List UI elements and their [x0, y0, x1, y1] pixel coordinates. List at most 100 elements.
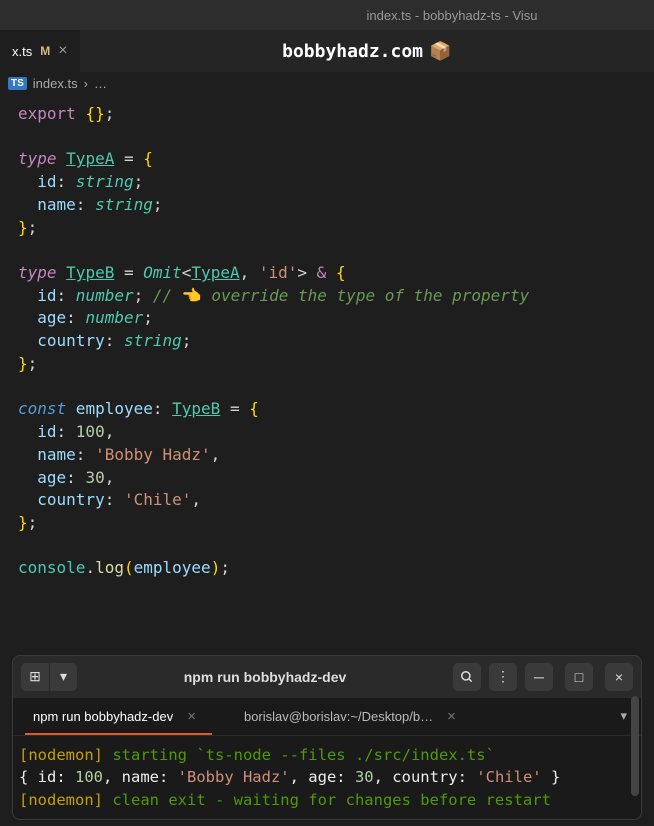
breadcrumb-file[interactable]: index.ts	[33, 76, 78, 91]
function: log	[95, 558, 124, 577]
terminal-tab-shell[interactable]: borislav@borislav:~/Desktop/b… ×	[224, 698, 484, 735]
prop: id	[37, 172, 56, 191]
keyword-type: type	[18, 263, 57, 282]
ampersand: &	[307, 263, 336, 282]
terminal-titlebar: ⊞ ▾ npm run bobbyhadz-dev ⋮ ─ □ ×	[13, 656, 641, 698]
braces: {}	[85, 104, 104, 123]
colon: :	[57, 172, 76, 191]
keyword-const: const	[18, 399, 66, 418]
minimize-button[interactable]: ─	[525, 663, 553, 691]
semicolon: ;	[143, 308, 153, 327]
prop: country	[37, 331, 104, 350]
colon: :	[153, 399, 172, 418]
editor-tab[interactable]: x.ts M ×	[0, 30, 80, 72]
output-text: , age:	[290, 768, 355, 786]
window-title-bar: index.ts - bobbyhadz-ts - Visu	[0, 0, 654, 30]
type-ref: number	[76, 286, 134, 305]
maximize-button[interactable]: □	[565, 663, 593, 691]
eq: =	[114, 149, 143, 168]
comma: ,	[105, 422, 115, 441]
chevron-down-icon[interactable]: ▾	[49, 663, 77, 691]
close-icon[interactable]: ×	[58, 42, 67, 60]
output-string: 'Bobby Hadz'	[178, 768, 290, 786]
scrollbar[interactable]	[629, 696, 639, 815]
type-omit: Omit	[143, 263, 182, 282]
string: 'id'	[259, 263, 298, 282]
terminal-title: npm run bobbyhadz-dev	[85, 669, 445, 685]
keyword-export: export	[18, 104, 76, 123]
close-icon[interactable]: ×	[187, 708, 196, 725]
colon: :	[66, 308, 85, 327]
header-site: bobbyhadz.com 📦	[80, 30, 654, 72]
semicolon: ;	[28, 354, 38, 373]
semicolon: ;	[105, 104, 115, 123]
prop: age	[37, 308, 66, 327]
keyword-type: type	[18, 149, 57, 168]
type-name: TypeA	[66, 149, 114, 168]
nodemon-tag: [nodemon]	[19, 791, 112, 809]
type-ref: string	[76, 172, 134, 191]
semicolon: ;	[28, 218, 38, 237]
comma: ,	[211, 445, 221, 464]
new-tab-button[interactable]: ⊞	[21, 663, 49, 691]
ts-badge-icon: TS	[8, 77, 27, 90]
type-ref: string	[95, 195, 153, 214]
prop: id	[37, 422, 56, 441]
chevron-right-icon: ›	[84, 76, 88, 91]
terminal-tab-label: borislav@borislav:~/Desktop/b…	[244, 709, 433, 724]
output-text: , name:	[103, 768, 178, 786]
code-editor[interactable]: export {}; type TypeA = { id: string; na…	[0, 95, 654, 588]
brace: }	[18, 218, 28, 237]
brace: {	[143, 149, 153, 168]
brace: }	[18, 354, 28, 373]
paren: )	[211, 558, 221, 577]
prop: age	[37, 468, 66, 487]
output-text: }	[542, 768, 561, 786]
semicolon: ;	[220, 558, 230, 577]
terminal-tabs: npm run bobbyhadz-dev × borislav@borisla…	[13, 698, 641, 736]
comment-slash: //	[143, 286, 182, 305]
tab-modified-indicator: M	[40, 44, 50, 58]
prop: country	[37, 490, 104, 509]
semicolon: ;	[134, 286, 144, 305]
colon: :	[57, 422, 76, 441]
number: 100	[76, 422, 105, 441]
output-text: { id:	[19, 768, 75, 786]
breadcrumb-rest[interactable]: …	[94, 76, 107, 91]
terminal-tab-npm[interactable]: npm run bobbyhadz-dev ×	[13, 698, 224, 735]
site-name: bobbyhadz.com	[282, 41, 423, 62]
terminal-window: ⊞ ▾ npm run bobbyhadz-dev ⋮ ─ □ × npm ru…	[12, 655, 642, 820]
semicolon: ;	[134, 172, 144, 191]
menu-icon[interactable]: ⋮	[489, 663, 517, 691]
number: 30	[85, 468, 104, 487]
scroll-thumb[interactable]	[631, 696, 639, 796]
variable: employee	[66, 399, 153, 418]
eq: =	[220, 399, 249, 418]
brace: }	[18, 513, 28, 532]
close-icon[interactable]: ×	[447, 708, 456, 725]
colon: :	[105, 331, 124, 350]
close-button[interactable]: ×	[605, 663, 633, 691]
colon: :	[57, 286, 76, 305]
string: 'Chile'	[124, 490, 191, 509]
brace: {	[336, 263, 346, 282]
paren: (	[124, 558, 134, 577]
search-icon[interactable]	[453, 663, 481, 691]
output-text: , country:	[374, 768, 477, 786]
semicolon: ;	[28, 513, 38, 532]
pointing-icon: 👈	[182, 286, 202, 305]
colon: :	[105, 490, 124, 509]
breadcrumb[interactable]: TS index.ts › …	[0, 72, 654, 95]
output-number: 30	[355, 768, 374, 786]
prop: name	[37, 445, 76, 464]
semicolon: ;	[182, 331, 192, 350]
colon: :	[76, 195, 95, 214]
terminal-output[interactable]: [nodemon] starting `ts-node --files ./sr…	[13, 736, 641, 819]
box-icon: 📦	[429, 41, 451, 62]
angle: >	[297, 263, 307, 282]
type-ref: TypeB	[172, 399, 220, 418]
comment-text: override the type of the property	[202, 286, 530, 305]
tab-filename: x.ts	[12, 44, 32, 59]
tab-bar: x.ts M × bobbyhadz.com 📦	[0, 30, 654, 72]
prop: name	[37, 195, 76, 214]
